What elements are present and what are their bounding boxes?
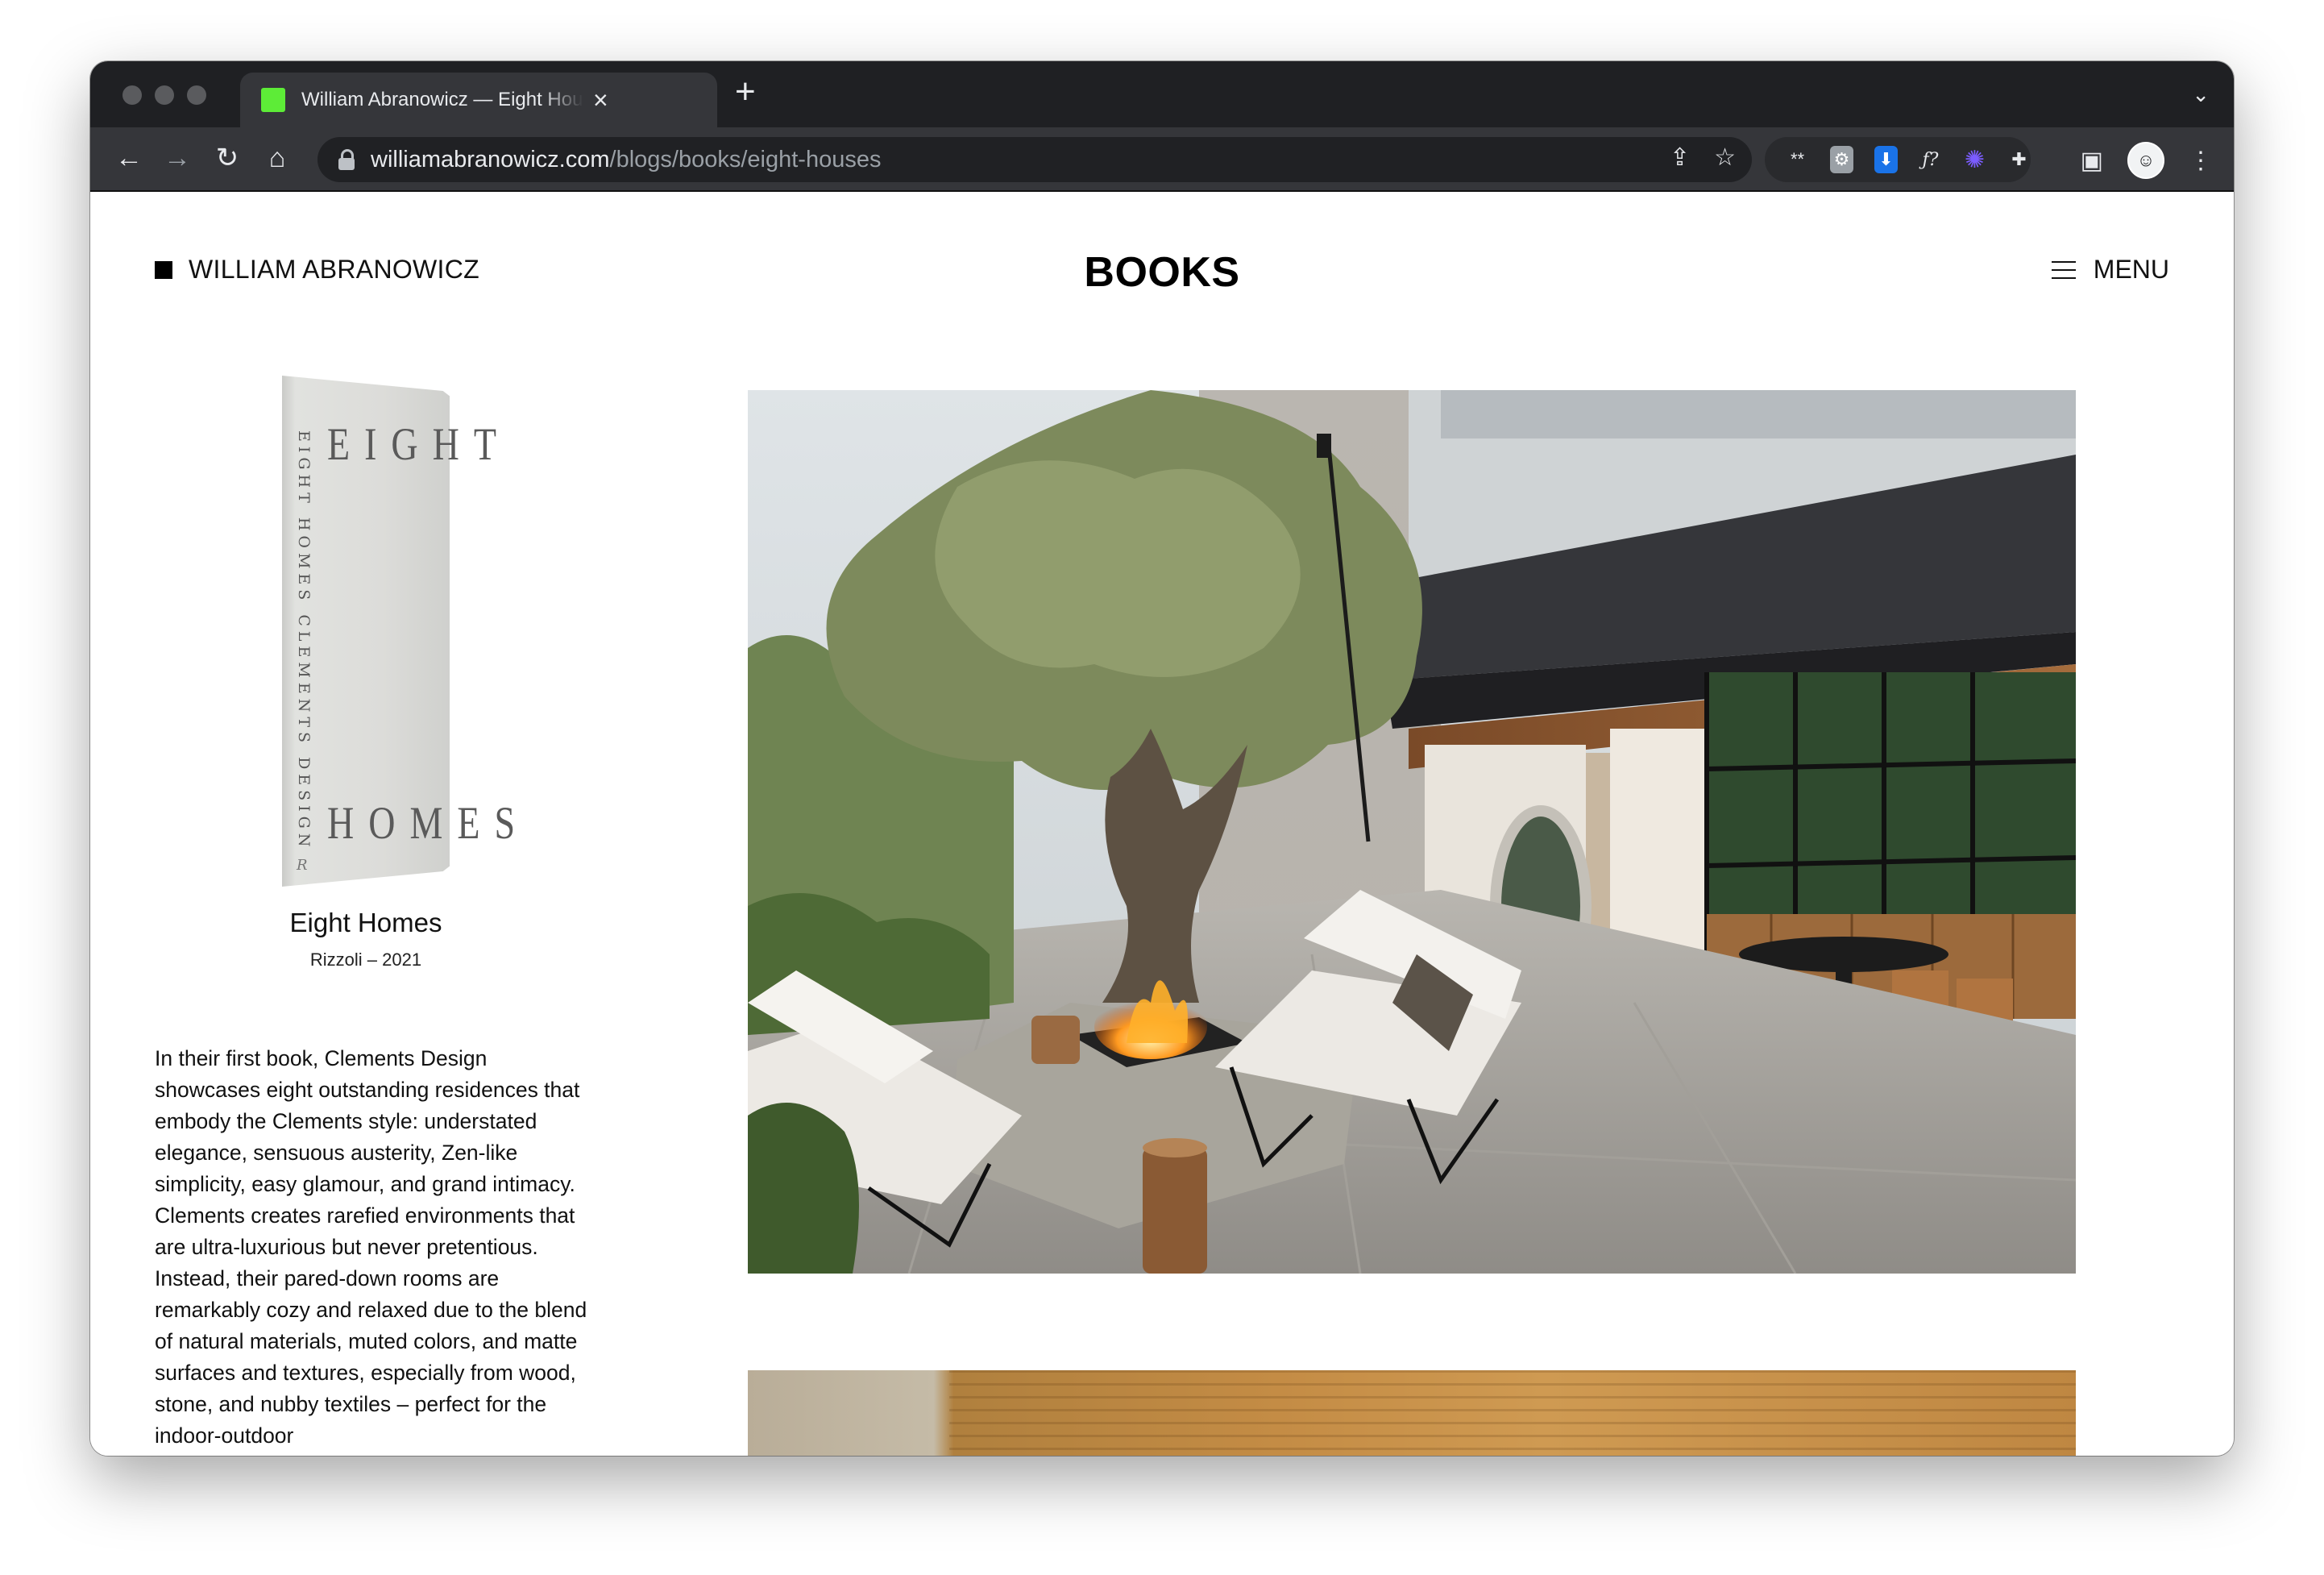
web-page: WILLIAM ABRANOWICZ BOOKS MENU EIGHT HOME… <box>90 192 2234 1456</box>
star-icon[interactable]: ☆ <box>1714 143 1736 172</box>
book-cover-spine-text: EIGHT HOMES CLEMENTS DESIGN <box>295 430 313 852</box>
tab-strip: William Abranowicz — Eight Houses × + ⌄ <box>90 61 2234 127</box>
book-publisher-year: Rizzoli – 2021 <box>309 950 422 970</box>
extensions-bar: ** ⚙ ⬇ ƒ? ✺ ✚ <box>1765 137 2031 182</box>
close-window-button[interactable] <box>122 85 142 105</box>
extension-sparkle-icon[interactable]: ✺ <box>1963 146 1986 173</box>
menu-button[interactable]: MENU <box>2051 255 2169 285</box>
extension-gray-icon[interactable]: ⚙ <box>1830 146 1853 173</box>
menu-label: MENU <box>2093 255 2169 284</box>
new-tab-button[interactable]: + <box>735 74 756 110</box>
extension-asterisk-icon[interactable]: ** <box>1786 146 1809 173</box>
minimize-window-button[interactable] <box>155 85 174 105</box>
forward-icon[interactable]: → <box>158 139 197 177</box>
address-bar[interactable]: williamabranowicz.com/blogs/books/eight-… <box>317 137 1752 182</box>
interior-photo <box>748 1370 2076 1456</box>
share-icon[interactable]: ⇪ <box>1670 143 1690 172</box>
browser-toolbar: ← → ↻ ⌂ williamabranowicz.com/blogs/book… <box>90 127 2234 192</box>
browser-window: William Abranowicz — Eight Houses × + ⌄ … <box>90 61 2234 1456</box>
book-title: Eight Homes <box>289 908 442 937</box>
patio-photo <box>748 390 2076 1274</box>
home-icon[interactable]: ⌂ <box>258 139 297 177</box>
sidebar-icon[interactable]: ▣ <box>2081 147 2103 175</box>
hamburger-icon <box>2051 260 2076 279</box>
extension-font-icon[interactable]: ƒ? <box>1919 146 1942 173</box>
page-title: BOOKS <box>1084 249 1240 296</box>
book-cover-image: EIGHT HOMES CLEMENTS DESIGN EIGHT HOMES … <box>282 376 515 887</box>
profile-avatar[interactable]: ☺ <box>2127 142 2164 179</box>
tab-favicon-icon <box>261 88 285 112</box>
tab-search-icon[interactable]: ⌄ <box>2192 82 2210 107</box>
book-cover-word-eight: EIGHT <box>327 418 511 470</box>
book-description: In their first book, Clements Design sho… <box>155 1046 587 1448</box>
url-text[interactable]: williamabranowicz.com/blogs/books/eight-… <box>371 147 881 173</box>
book-cover-word-homes: HOMES <box>327 796 530 849</box>
back-icon[interactable]: ← <box>110 139 148 177</box>
omnibox-actions: ⇪ ☆ <box>1670 143 1736 172</box>
toolbar-right: ▣ ☺ ⋮ <box>2081 142 2213 179</box>
rizzoli-logo-icon: R <box>297 857 308 874</box>
extensions-icon[interactable]: ✚ <box>2007 146 2031 173</box>
tab-close-icon[interactable]: × <box>593 87 608 113</box>
tab-title: William Abranowicz — Eight Houses <box>301 89 583 110</box>
active-tab[interactable]: William Abranowicz — Eight Houses × <box>240 73 717 127</box>
url-domain: williamabranowicz.com <box>371 146 610 172</box>
window-controls <box>122 85 206 105</box>
menu-dots-icon[interactable]: ⋮ <box>2189 147 2213 175</box>
zoom-window-button[interactable] <box>187 85 206 105</box>
lock-icon[interactable] <box>338 149 355 170</box>
extension-download-icon[interactable]: ⬇ <box>1874 146 1898 173</box>
url-path: /blogs/books/eight-houses <box>609 146 882 172</box>
reload-icon[interactable]: ↻ <box>208 139 247 177</box>
